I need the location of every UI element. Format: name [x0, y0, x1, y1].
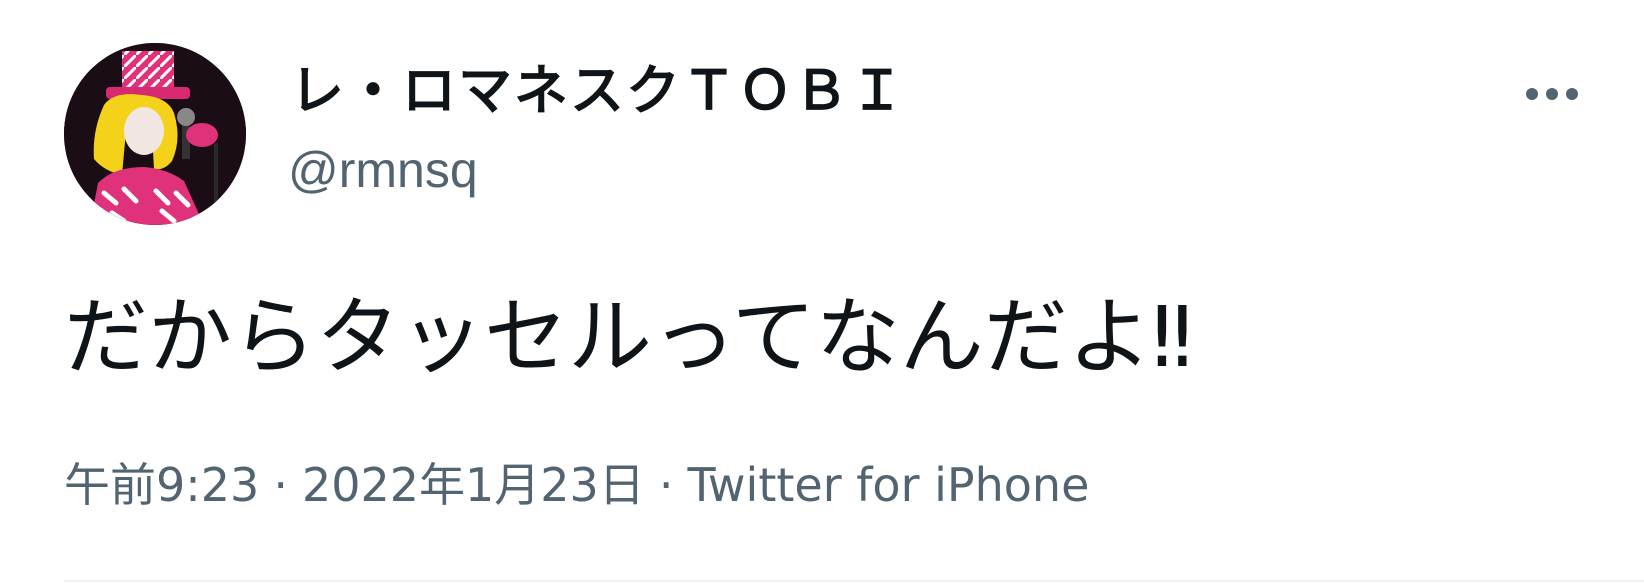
author-handle[interactable]: @rmnsq: [288, 140, 478, 200]
avatar-photo: [64, 43, 246, 225]
author-avatar[interactable]: [64, 43, 246, 225]
more-horizontal-icon: [1526, 88, 1578, 100]
more-options-button[interactable]: [1516, 70, 1588, 118]
tweet-date[interactable]: 2022年1月23日: [302, 458, 645, 512]
tweet-time[interactable]: 午前9:23: [64, 458, 259, 512]
author-display-name[interactable]: レ・ロマネスクＴＯＢＩ: [290, 58, 906, 124]
tweet-text: だからタッセルってなんだよ‼: [64, 288, 1193, 386]
meta-separator: ·: [273, 458, 288, 512]
tweet-card: レ・ロマネスクＴＯＢＩ @rmnsq だからタッセルってなんだよ‼ 午前9:23…: [0, 0, 1644, 584]
tweet-source[interactable]: Twitter for iPhone: [687, 458, 1089, 512]
divider: [64, 580, 1644, 582]
meta-separator: ·: [658, 458, 674, 512]
tweet-metadata: 午前9:23 · 2022年1月23日 · Twitter for iPhone: [64, 455, 1089, 515]
